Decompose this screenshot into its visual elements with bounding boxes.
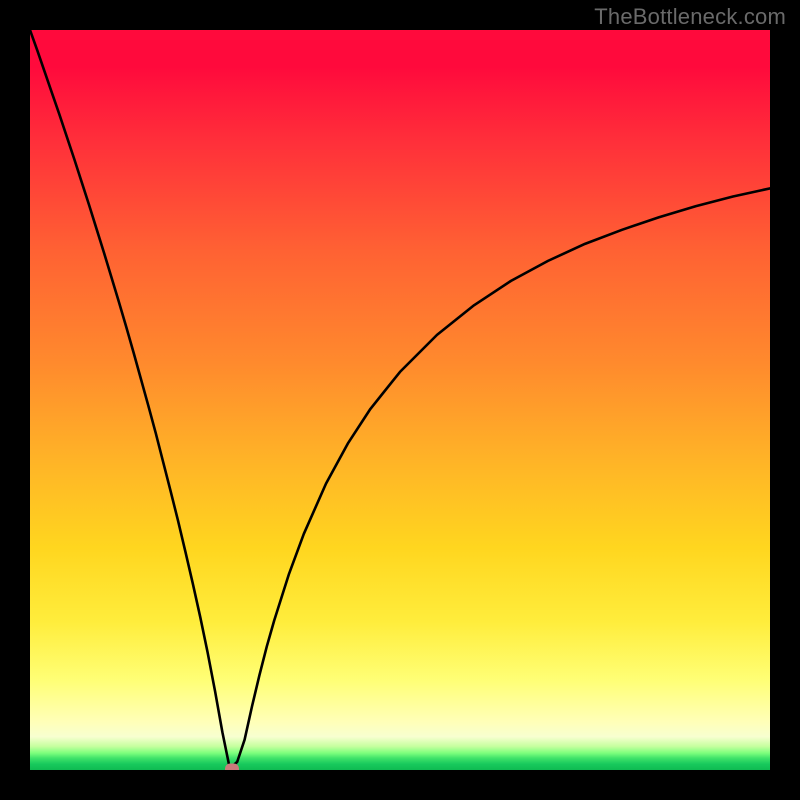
chart-frame: TheBottleneck.com	[0, 0, 800, 800]
min-marker	[225, 764, 239, 770]
plot-area	[30, 30, 770, 770]
bottleneck-curve	[30, 30, 770, 769]
watermark-text: TheBottleneck.com	[594, 4, 786, 30]
curve-svg	[30, 30, 770, 770]
